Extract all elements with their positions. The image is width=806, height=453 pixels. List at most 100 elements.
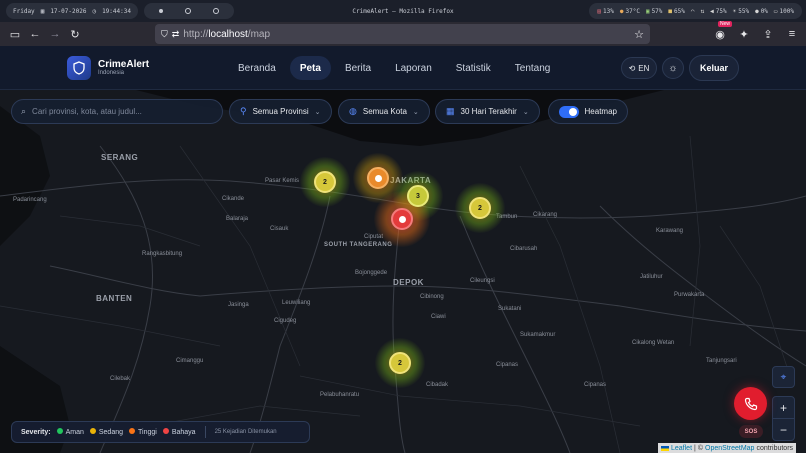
workspace-dot[interactable]: [212, 8, 219, 14]
attribution-separator: |: [694, 444, 696, 452]
calendar-icon: ▦: [446, 106, 455, 116]
tray-stat: ● 37°C: [619, 7, 640, 15]
incident-marker[interactable]: [367, 167, 389, 189]
url-bar[interactable]: ⛉ ⇄ http://localhost/map ☆: [155, 24, 650, 44]
nav-statistik[interactable]: Statistik: [446, 56, 501, 80]
shield-icon: ⛉: [161, 28, 168, 39]
nav-tentang[interactable]: Tentang: [505, 56, 561, 80]
chevron-down-icon: ⌄: [522, 108, 529, 116]
legend-item: Sedang: [89, 428, 123, 436]
zoom-out-button[interactable]: −: [773, 419, 794, 441]
province-select[interactable]: ⚲ Semua Provinsi ⌄: [229, 99, 332, 124]
location-pin-icon: ⚲: [240, 106, 247, 116]
legend-item: Aman: [56, 428, 84, 436]
back-icon[interactable]: ←: [25, 24, 45, 44]
language-label: EN: [638, 63, 650, 73]
heatmap-switch[interactable]: [559, 105, 579, 118]
place-label: Padarincang: [13, 197, 47, 203]
forward-icon[interactable]: →: [45, 24, 65, 44]
chevron-down-icon: ⌄: [412, 108, 419, 116]
bahaya-dot: [162, 428, 169, 434]
nav-beranda[interactable]: Beranda: [228, 56, 286, 80]
place-label: BANTEN: [96, 294, 133, 303]
phone-icon: [744, 397, 757, 410]
city-value: Semua Kota: [362, 107, 407, 116]
incident-count: 25 Kejadian Ditemukan: [214, 429, 277, 435]
tray-stat: ◀ 75%: [710, 7, 727, 15]
place-label: Cikande: [222, 196, 245, 202]
place-label: Tanjungsari: [706, 358, 737, 364]
firefox-account-icon[interactable]: ◉ New: [710, 21, 733, 44]
disk-icon: ■: [668, 7, 673, 15]
language-button[interactable]: ⟲ EN: [621, 57, 657, 79]
tray-stat: ● 0%: [755, 7, 768, 15]
tray-stat: ⇅: [701, 8, 705, 15]
battery-icon: ▭: [773, 7, 778, 15]
place-label: Leuwiliang: [282, 300, 311, 306]
place-label: Ciawi: [431, 314, 446, 320]
os-time: 19:44:34: [102, 7, 131, 15]
attribution-suffix: contributors: [756, 444, 794, 452]
place-label: Cimanggu: [176, 358, 204, 364]
cluster-marker[interactable]: 3: [407, 185, 429, 207]
city-select[interactable]: ◍ Semua Kota ⌄: [338, 99, 430, 124]
tray-stat: ▤ 13%: [597, 7, 614, 15]
tray-stat: ▭ 100%: [773, 7, 794, 15]
cluster-marker[interactable]: 2: [389, 352, 411, 374]
place-label: SERANG: [101, 153, 139, 162]
zoom-in-button[interactable]: +: [773, 397, 794, 419]
place-label: Cibinong: [420, 294, 444, 300]
zoom-control: + −: [772, 396, 795, 441]
chevron-down-icon: ⌄: [314, 108, 321, 116]
cluster-marker[interactable]: 2: [469, 197, 491, 219]
search-input[interactable]: [32, 107, 203, 116]
legend-item: Tinggi: [129, 428, 157, 436]
theme-toggle-button[interactable]: ☼: [662, 57, 684, 79]
nav-berita[interactable]: Berita: [335, 56, 381, 80]
period-select[interactable]: ▦ 30 Hari Terakhir ⌄: [435, 99, 540, 124]
place-label: Cipanas: [496, 362, 519, 368]
province-value: Semua Provinsi: [252, 107, 309, 116]
nav-laporan[interactable]: Laporan: [385, 56, 442, 80]
locate-me-button[interactable]: ⌖: [772, 366, 795, 388]
cluster-marker[interactable]: 2: [314, 171, 336, 193]
volume-icon: ◀: [710, 7, 714, 15]
place-label: Rangkasbitung: [142, 251, 183, 257]
leaflet-link[interactable]: Leaflet: [671, 445, 692, 452]
bookmark-star-icon[interactable]: ☆: [634, 28, 644, 41]
place-label: Sukamakmur: [520, 332, 556, 338]
menu-icon[interactable]: ≡: [782, 24, 802, 44]
tray-stat: ▣ 57%: [645, 7, 663, 15]
browser-actions: ◉ New ✦ ⇪ ≡: [710, 21, 802, 44]
place-label: Karawang: [656, 228, 684, 234]
tinggi-dot: [129, 428, 136, 434]
clock-icon: ◷: [92, 7, 97, 15]
translate-icon: ⟲: [628, 63, 636, 73]
os-clock-pill: Friday ▦ 17-07-2026 ◷ 19:44:34: [6, 3, 138, 19]
main-nav: Beranda Peta Berita Laporan Statistik Te…: [228, 56, 560, 80]
workspace-switcher[interactable]: [143, 3, 234, 19]
place-label: Cigudeg: [274, 318, 297, 324]
workspace-dot-active[interactable]: [158, 9, 163, 13]
osm-link[interactable]: OpenStreetMap: [705, 445, 754, 452]
place-label: Cibadak: [426, 382, 449, 388]
sos-call-button[interactable]: [734, 387, 767, 420]
heatmap-toggle[interactable]: Heatmap: [548, 99, 628, 124]
nav-peta[interactable]: Peta: [289, 56, 331, 80]
logout-button[interactable]: Keluar: [689, 55, 739, 81]
workspace-dot[interactable]: [184, 8, 191, 14]
heatmap-label: Heatmap: [584, 107, 617, 116]
share-icon[interactable]: ⇪: [758, 24, 778, 44]
sidebar-toggle-icon[interactable]: ▭: [5, 24, 25, 44]
sos-label: SOS: [739, 425, 763, 438]
sedang-dot: [89, 428, 96, 434]
os-top-bar: Friday ▦ 17-07-2026 ◷ 19:44:34 CrimeAler…: [0, 0, 806, 22]
place-label: Tambun: [496, 214, 518, 220]
reload-icon[interactable]: ↻: [65, 24, 85, 44]
place-label: Balaraja: [226, 216, 249, 222]
extensions-icon[interactable]: ✦: [734, 24, 754, 44]
search-box[interactable]: ⌕: [11, 99, 223, 124]
incident-marker[interactable]: [391, 208, 413, 230]
place-label: Purwakarta: [674, 292, 705, 298]
logo[interactable]: [67, 56, 91, 80]
